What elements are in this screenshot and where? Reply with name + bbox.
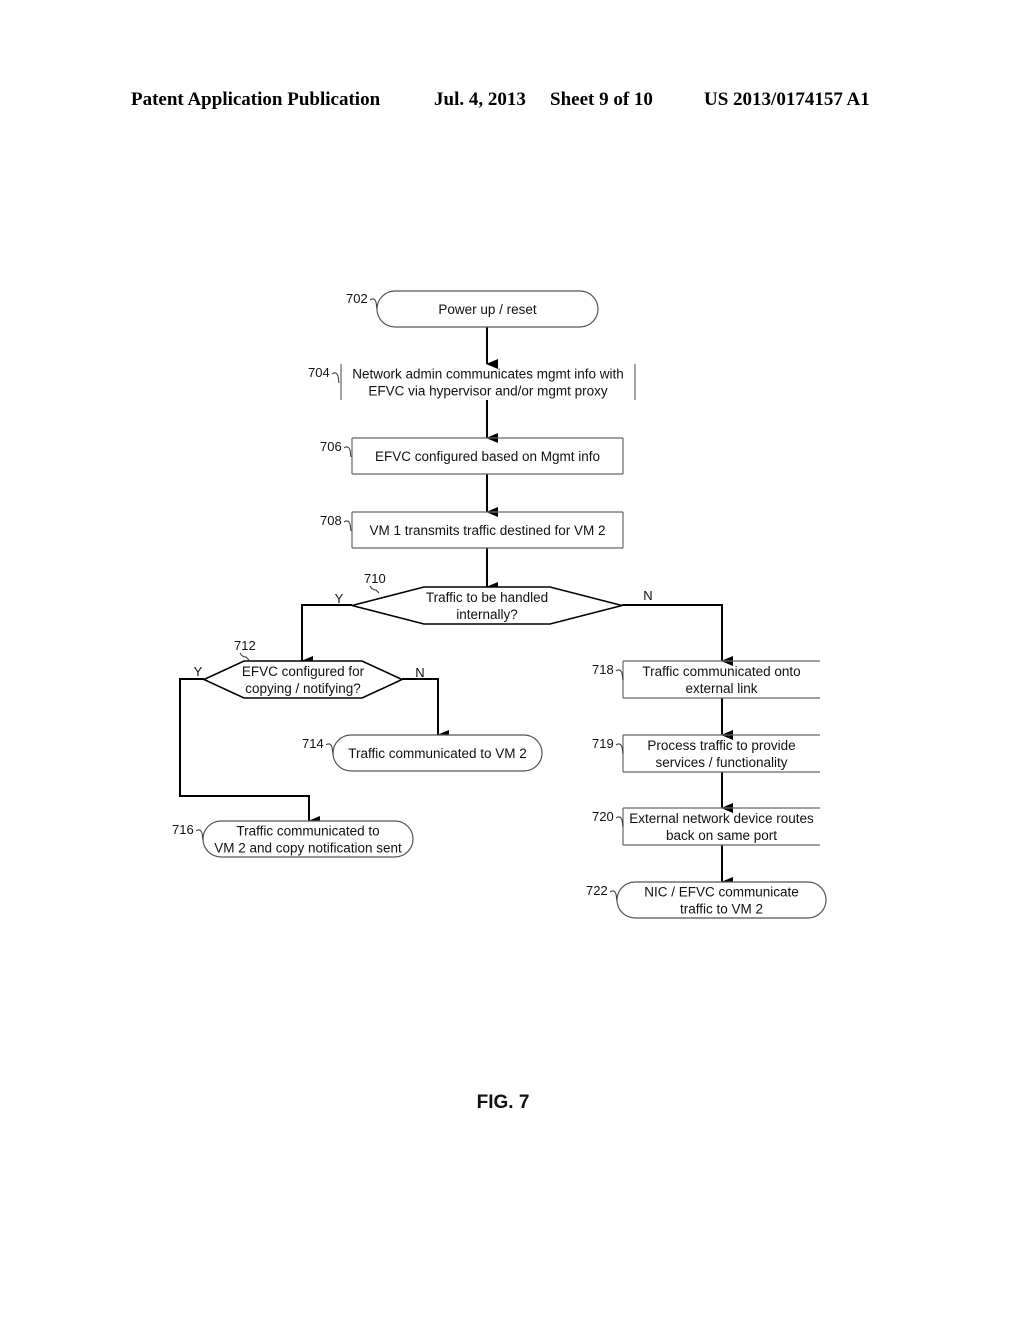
leader-line: [239, 652, 250, 661]
node-708: VM 1 transmits traffic destined for VM 2…: [320, 511, 624, 549]
leader-line: [343, 520, 352, 532]
node-text: services / functionality: [655, 755, 787, 770]
leader-line: [369, 298, 378, 310]
reference-numeral: 710: [364, 571, 386, 586]
yes-label-712: Y: [194, 664, 203, 679]
node-706: EFVC configured based on Mgmt info 706: [320, 437, 624, 475]
node-text: copying / notifying?: [245, 681, 361, 696]
node-722: NIC / EFVC communicate traffic to VM 2 722: [586, 881, 827, 919]
node-text: traffic to VM 2: [680, 902, 763, 917]
node-720: External network device routes back on sa…: [592, 807, 820, 846]
edge-712-714-no: [402, 678, 449, 740]
edge-712-716-yes: [179, 678, 320, 826]
edge-710-718-no: [622, 604, 733, 666]
reference-numeral: 704: [308, 365, 330, 380]
reference-numeral: 712: [234, 638, 256, 653]
node-text: EFVC configured based on Mgmt info: [375, 449, 600, 464]
reference-numeral: 706: [320, 439, 342, 454]
reference-numeral: 716: [172, 822, 194, 837]
reference-numeral: 702: [346, 291, 368, 306]
node-text: Network admin communicates mgmt info wit…: [352, 367, 624, 382]
node-716: Traffic communicated to VM 2 and copy not…: [172, 820, 414, 858]
no-label-710: N: [643, 588, 652, 603]
node-704: Network admin communicates mgmt info wit…: [308, 364, 636, 400]
node-text: Traffic communicated onto: [642, 664, 800, 679]
leader-line: [369, 585, 380, 594]
node-text: EFVC configured for: [242, 664, 365, 679]
reference-numeral: 708: [320, 513, 342, 528]
node-text: Power up / reset: [438, 302, 537, 317]
node-text: VM 2 and copy notification sent: [214, 841, 402, 856]
node-text: Traffic communicated to: [236, 824, 379, 839]
node-text: Traffic to be handled: [426, 590, 548, 605]
node-text: VM 1 transmits traffic destined for VM 2: [369, 523, 605, 538]
leader-line: [615, 743, 624, 755]
leader-line: [609, 890, 618, 902]
node-714: Traffic communicated to VM 2 714: [302, 734, 543, 772]
node-text: external link: [685, 681, 757, 696]
edge-710-712-yes: [301, 604, 352, 666]
reference-numeral: 718: [592, 662, 614, 677]
leader-line: [195, 829, 204, 841]
node-702: Power up / reset 702: [346, 290, 599, 328]
leader-line: [325, 743, 334, 755]
node-text: External network device routes: [629, 811, 814, 826]
leader-line: [331, 372, 340, 384]
leader-line: [615, 669, 624, 681]
node-text: Traffic communicated to VM 2: [348, 746, 527, 761]
yes-label-710: Y: [335, 591, 344, 606]
reference-numeral: 719: [592, 736, 614, 751]
no-label-712: N: [415, 665, 424, 680]
node-text: NIC / EFVC communicate: [644, 885, 799, 900]
leader-line: [615, 816, 624, 828]
node-718: Traffic communicated onto external link 71…: [592, 660, 820, 699]
node-text: back on same port: [666, 828, 777, 843]
node-719: Process traffic to provide services / fun…: [592, 734, 820, 773]
leader-line: [343, 446, 352, 458]
node-text: internally?: [456, 607, 518, 622]
node-text: Process traffic to provide: [647, 738, 795, 753]
reference-numeral: 722: [586, 883, 608, 898]
figure-label: FIG. 7: [476, 1092, 530, 1113]
node-text: EFVC via hypervisor and/or mgmt proxy: [368, 384, 608, 399]
reference-numeral: 720: [592, 809, 614, 824]
flowchart: Power up / reset 702 Network admin communi…: [172, 290, 827, 919]
reference-numeral: 714: [302, 736, 324, 751]
